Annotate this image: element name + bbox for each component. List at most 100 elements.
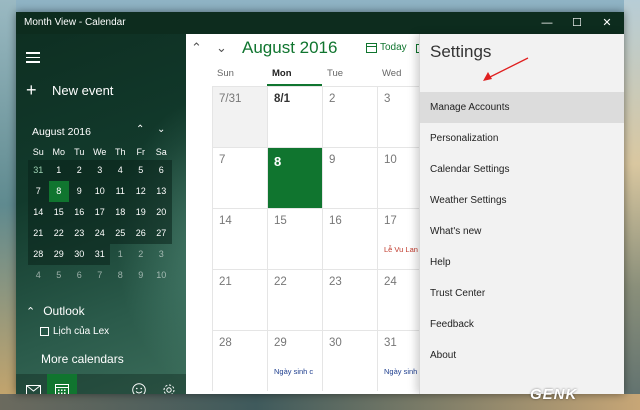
mini-calendar-day[interactable]: 19 [130,202,151,223]
day-cell[interactable]: 29 Ngày sinh c [267,331,322,391]
settings-item-weather-settings[interactable]: Weather Settings [420,185,624,216]
day-cell[interactable]: 21 [212,270,267,330]
mini-calendar-day[interactable]: 11 [110,181,131,202]
mini-calendar-day[interactable]: 9 [69,181,90,202]
next-month-icon[interactable]: ⌄ [216,40,227,56]
maximize-button[interactable]: ☐ [562,12,592,34]
mini-calendar-day[interactable]: 26 [130,223,151,244]
day-cell[interactable]: 23 [322,270,377,330]
mini-calendar-day[interactable]: 1 [48,160,69,181]
settings-item-personalization[interactable]: Personalization [420,123,624,154]
mini-calendar-day[interactable]: 16 [69,202,90,223]
checkbox-icon[interactable] [40,327,49,336]
day-cell[interactable]: 16 [322,209,377,269]
mini-calendar-day[interactable]: 1 [110,244,131,265]
mini-calendar-weekday: Th [114,147,126,157]
mini-calendar-day[interactable]: 20 [151,202,172,223]
today-label: Today [380,42,407,53]
mini-calendar-day[interactable]: 21 [28,223,49,244]
settings-button[interactable] [154,374,184,394]
calendar-button[interactable] [47,374,77,394]
mini-calendar-weekday: Sa [155,147,167,157]
day-number: 22 [274,276,287,288]
mini-calendar-day[interactable]: 2 [131,244,152,265]
mini-calendar-day[interactable]: 5 [49,265,70,286]
day-cell[interactable]: 28 [212,331,267,391]
day-number: 9 [329,154,336,166]
today-button[interactable]: Today [366,42,407,53]
day-number: 8 [274,154,282,169]
mini-calendar-day[interactable]: 8 [48,181,69,202]
day-cell[interactable]: 8/1 [267,87,322,147]
mini-calendar-day[interactable]: 23 [69,223,90,244]
mini-calendar-weekday: Fr [136,147,146,157]
mini-calendar-day[interactable]: 31 [89,244,110,265]
day-cell[interactable]: 30 [322,331,377,391]
month-grid: 7/31 8/1 2 3 7 8 9 10 14 15 16 17 Lễ Vu Lan 21 22 23 24 2… [212,86,432,391]
mini-calendar-day[interactable]: 6 [69,265,90,286]
mini-calendar-day[interactable]: 8 [110,265,131,286]
more-calendars-link[interactable]: More calendars [41,352,124,366]
settings-item-trust-center[interactable]: Trust Center [420,278,624,309]
mini-calendar-day[interactable]: 3 [151,244,172,265]
calendar-checkbox-item[interactable]: Lịch của Lex [40,326,109,337]
mini-calendar-day[interactable]: 2 [69,160,90,181]
mini-calendar-day[interactable]: 29 [48,244,69,265]
calendar-window: Month View - Calendar — ☐ ✕ + New event … [16,12,624,394]
mini-calendar-day[interactable]: 27 [151,223,172,244]
mini-calendar-day[interactable]: 9 [131,265,152,286]
mini-calendar-day[interactable]: 10 [89,181,110,202]
previous-month-icon[interactable]: ⌃ [191,40,202,56]
mini-calendar-day[interactable]: 13 [151,181,172,202]
day-cell[interactable]: 7 [212,148,267,208]
day-cell-today[interactable]: 8 [267,148,322,208]
day-cell[interactable]: 14 [212,209,267,269]
outlook-label: Outlook [43,304,85,318]
hamburger-menu-icon[interactable] [26,52,40,64]
mini-calendar-day[interactable]: 15 [48,202,69,223]
mini-calendar-day[interactable]: 5 [130,160,151,181]
mini-calendar-week: 7 8 9 10 11 12 13 [28,181,172,202]
mini-calendar-day[interactable]: 3 [89,160,110,181]
mini-calendar-day[interactable]: 7 [90,265,111,286]
day-cell[interactable]: 2 [322,87,377,147]
outlook-group-toggle[interactable]: ⌃ Outlook [26,304,85,318]
mini-calendar-day[interactable]: 12 [130,181,151,202]
feedback-button[interactable] [124,374,154,394]
mini-calendar-day[interactable]: 17 [89,202,110,223]
settings-item-what-s-new[interactable]: What's new [420,216,624,247]
mini-calendar-day[interactable]: 4 [110,160,131,181]
mini-calendar-day[interactable]: 14 [28,202,49,223]
new-event-button[interactable]: + New event [26,81,113,99]
settings-item-help[interactable]: Help [420,247,624,278]
mini-calendar-day[interactable]: 6 [151,160,172,181]
mini-calendar-prev-icon[interactable]: ⌃ [136,124,144,135]
mini-calendar-day[interactable]: 7 [28,181,49,202]
day-cell[interactable]: 22 [267,270,322,330]
close-button[interactable]: ✕ [592,12,622,34]
mail-button[interactable] [18,374,48,394]
mini-calendar-day[interactable]: 31 [28,160,49,181]
mini-calendar-day[interactable]: 30 [69,244,90,265]
mini-calendar: Su Mo Tu We Th Fr Sa 31 1 2 3 4 5 6 7 8 9 10 11 12 13 14 15 16… [28,144,172,286]
day-number: 7/31 [219,93,242,105]
day-cell[interactable]: 15 [267,209,322,269]
mini-calendar-day[interactable]: 4 [28,265,49,286]
mini-calendar-next-icon[interactable]: ⌄ [157,124,165,135]
day-cell[interactable]: 7/31 [212,87,267,147]
settings-item-about[interactable]: About [420,340,624,371]
minimize-button[interactable]: — [532,12,562,34]
settings-item-feedback[interactable]: Feedback [420,309,624,340]
mini-calendar-day[interactable]: 10 [151,265,172,286]
mini-calendar-week: 4 5 6 7 8 9 10 [28,265,172,286]
calendar-event[interactable]: Ngày sinh c [274,367,324,376]
settings-item-calendar-settings[interactable]: Calendar Settings [420,154,624,185]
week-row: 7 8 9 10 [212,147,432,208]
mini-calendar-day[interactable]: 22 [48,223,69,244]
mini-calendar-day[interactable]: 25 [110,223,131,244]
mini-calendar-day[interactable]: 24 [89,223,110,244]
mini-calendar-day[interactable]: 28 [28,244,49,265]
day-cell[interactable]: 9 [322,148,377,208]
settings-item-manage-accounts[interactable]: Manage Accounts [420,92,624,123]
mini-calendar-day[interactable]: 18 [110,202,131,223]
